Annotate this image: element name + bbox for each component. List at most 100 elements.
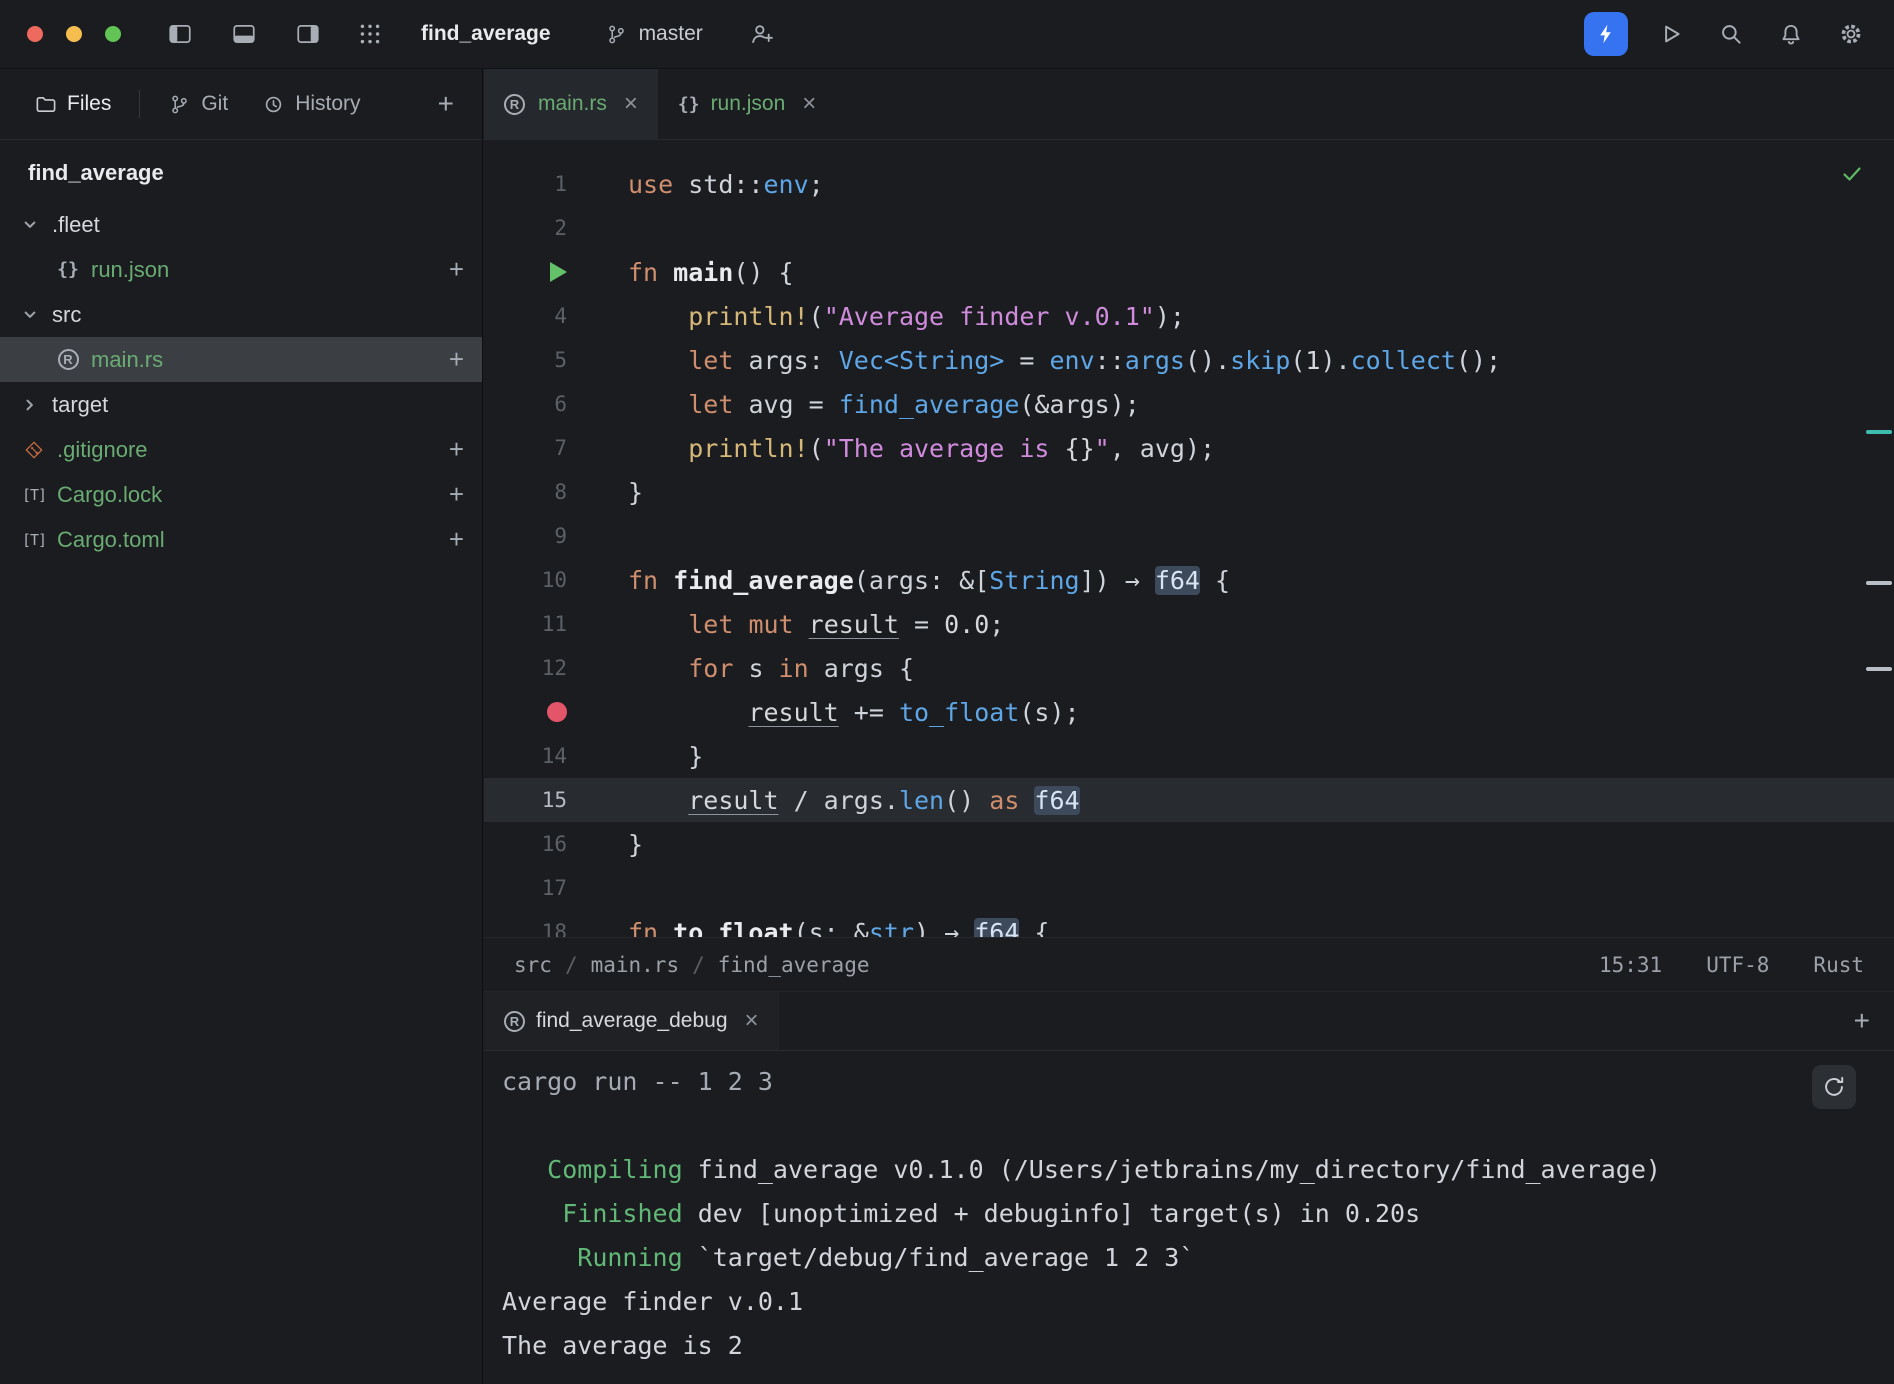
code-line-11[interactable]: 11 let mut result = 0.0; [484,602,1894,646]
code-text: println!("The average is {}", avg); [567,434,1215,463]
terminal-line-4[interactable]: Finished dev [unoptimized + debuginfo] t… [502,1191,1894,1235]
terminal-line-5[interactable]: Running `target/debug/find_average 1 2 3… [502,1235,1894,1279]
add-view-button[interactable]: + [438,90,454,118]
tree-item-src[interactable]: src [0,292,482,337]
chevron-down-icon[interactable] [20,305,48,325]
code-editor[interactable]: 1use std::env;2fn main() {4 println!("Av… [484,140,1894,937]
run-gutter-icon[interactable] [550,262,567,282]
code-line-2[interactable]: 2 [484,206,1894,250]
titlebar-actions [1584,12,1868,56]
code-line-4[interactable]: 4 println!("Average finder v.0.1"); [484,294,1894,338]
code-line-10[interactable]: 10fn find_average(args: &[String]) → f64… [484,558,1894,602]
gutter-line-13[interactable] [484,702,567,722]
toggle-bottom-panel-button[interactable] [227,17,261,51]
code-line-18[interactable]: 18fn to_float(s: &str) → f64 { [484,910,1894,937]
fleet-run-lightning-button[interactable] [1584,12,1628,56]
sidebar-tab-bar: Files Git History + [0,69,482,140]
gutter-line-4[interactable]: 4 [484,304,567,328]
code-line-7[interactable]: 7 println!("The average is {}", avg); [484,426,1894,470]
gutter-line-1[interactable]: 1 [484,172,567,196]
terminal-tab-find-average-debug[interactable]: R find_average_debug × [484,992,779,1050]
gutter-line-14[interactable]: 14 [484,744,567,768]
gutter-line-10[interactable]: 10 [484,568,567,592]
file-name: main.rs [91,347,163,373]
terminal-line-6[interactable]: Average finder v.0.1 [502,1279,1894,1323]
tree-item-cargo-lock[interactable]: [T]Cargo.lock+ [0,472,482,517]
close-tab-icon[interactable]: × [624,92,638,116]
breadcrumb-find-average[interactable]: find_average [718,953,870,977]
code-line-16[interactable]: 16} [484,822,1894,866]
gutter-line-11[interactable]: 11 [484,612,567,636]
tree-item-fleet[interactable]: .fleet [0,202,482,247]
gutter-line-17[interactable]: 17 [484,876,567,900]
code-line-15[interactable]: 15 result / args.len() as f64 [484,778,1894,822]
code-text: fn to_float(s: &str) → f64 { [567,918,1049,938]
search-button[interactable] [1714,17,1748,51]
gutter-line-15[interactable]: 15 [484,788,567,812]
close-tab-icon[interactable]: × [802,92,816,116]
terminal-line-2[interactable] [502,1103,1894,1147]
editor-tab-main-rs[interactable]: R main.rs × [484,69,658,139]
toggle-left-panel-button[interactable] [163,17,197,51]
breadcrumb-src[interactable]: src [514,953,552,977]
code-line-14[interactable]: 14 } [484,734,1894,778]
code-line-17[interactable]: 17 [484,866,1894,910]
left-sidebar: Files Git History + find_average .fleet{… [0,69,483,1384]
code-line-3[interactable]: fn main() { [484,250,1894,294]
new-terminal-tab-button[interactable]: + [1854,1007,1870,1035]
tree-item-target[interactable]: target [0,382,482,427]
project-root-item[interactable]: find_average [0,152,482,194]
tree-item-gitignore[interactable]: .gitignore+ [0,427,482,472]
chevron-down-icon[interactable] [20,215,48,235]
gutter-line-7[interactable]: 7 [484,436,567,460]
window-title[interactable]: find_average [421,22,551,46]
encoding-indicator[interactable]: UTF-8 [1706,953,1769,977]
terminal-line-1[interactable]: cargo run -- 1 2 3 [502,1059,1894,1103]
rerun-button[interactable] [1812,1065,1856,1109]
gutter-line-12[interactable]: 12 [484,656,567,680]
gutter-line-3[interactable] [484,262,567,282]
minimize-window-button[interactable] [66,26,82,42]
sidebar-tab-files[interactable]: Files [20,82,125,126]
gutter-line-5[interactable]: 5 [484,348,567,372]
close-window-button[interactable] [27,26,43,42]
gutter-line-8[interactable]: 8 [484,480,567,504]
gutter-line-6[interactable]: 6 [484,392,567,416]
language-indicator[interactable]: Rust [1813,953,1864,977]
editor-tab-run-json[interactable]: {} run.json × [658,69,836,139]
run-button[interactable] [1654,17,1688,51]
terminal-line-7[interactable]: The average is 2 [502,1323,1894,1367]
sidebar-tab-history[interactable]: History [248,82,374,126]
toggle-right-panel-button[interactable] [291,17,325,51]
close-tab-icon[interactable]: × [745,1009,759,1033]
apps-grid-button[interactable] [353,17,387,51]
code-line-12[interactable]: 12 for s in args { [484,646,1894,690]
git-added-badge: + [449,254,464,285]
collaboration-button[interactable] [745,17,779,51]
tree-item-cargo-toml[interactable]: [T]Cargo.toml+ [0,517,482,562]
terminal-output[interactable]: cargo run -- 1 2 3 Compiling find_averag… [484,1051,1894,1384]
tree-item-run-json[interactable]: {}run.json+ [0,247,482,292]
code-line-13[interactable]: result += to_float(s); [484,690,1894,734]
breakpoint-icon[interactable] [547,702,567,722]
code-text: result += to_float(s); [567,698,1080,727]
inspections-ok-icon[interactable] [1840,162,1864,186]
gutter-line-16[interactable]: 16 [484,832,567,856]
breadcrumb-main-rs[interactable]: main.rs [591,953,680,977]
zoom-window-button[interactable] [105,26,121,42]
code-line-6[interactable]: 6 let avg = find_average(&args); [484,382,1894,426]
tree-item-main-rs[interactable]: Rmain.rs+ [0,337,482,382]
gutter-line-2[interactable]: 2 [484,216,567,240]
code-line-1[interactable]: 1use std::env; [484,162,1894,206]
gutter-line-18[interactable]: 18 [484,920,567,937]
settings-gear-button[interactable] [1834,17,1868,51]
notifications-button[interactable] [1774,17,1808,51]
code-line-9[interactable]: 9 [484,514,1894,558]
gutter-line-9[interactable]: 9 [484,524,567,548]
terminal-line-3[interactable]: Compiling find_average v0.1.0 (/Users/je… [502,1147,1894,1191]
chevron-right-icon[interactable] [20,395,48,415]
git-branch-button[interactable]: master [599,21,709,47]
code-line-8[interactable]: 8} [484,470,1894,514]
sidebar-tab-git[interactable]: Git [154,82,242,126]
code-line-5[interactable]: 5 let args: Vec<String> = env::args().sk… [484,338,1894,382]
